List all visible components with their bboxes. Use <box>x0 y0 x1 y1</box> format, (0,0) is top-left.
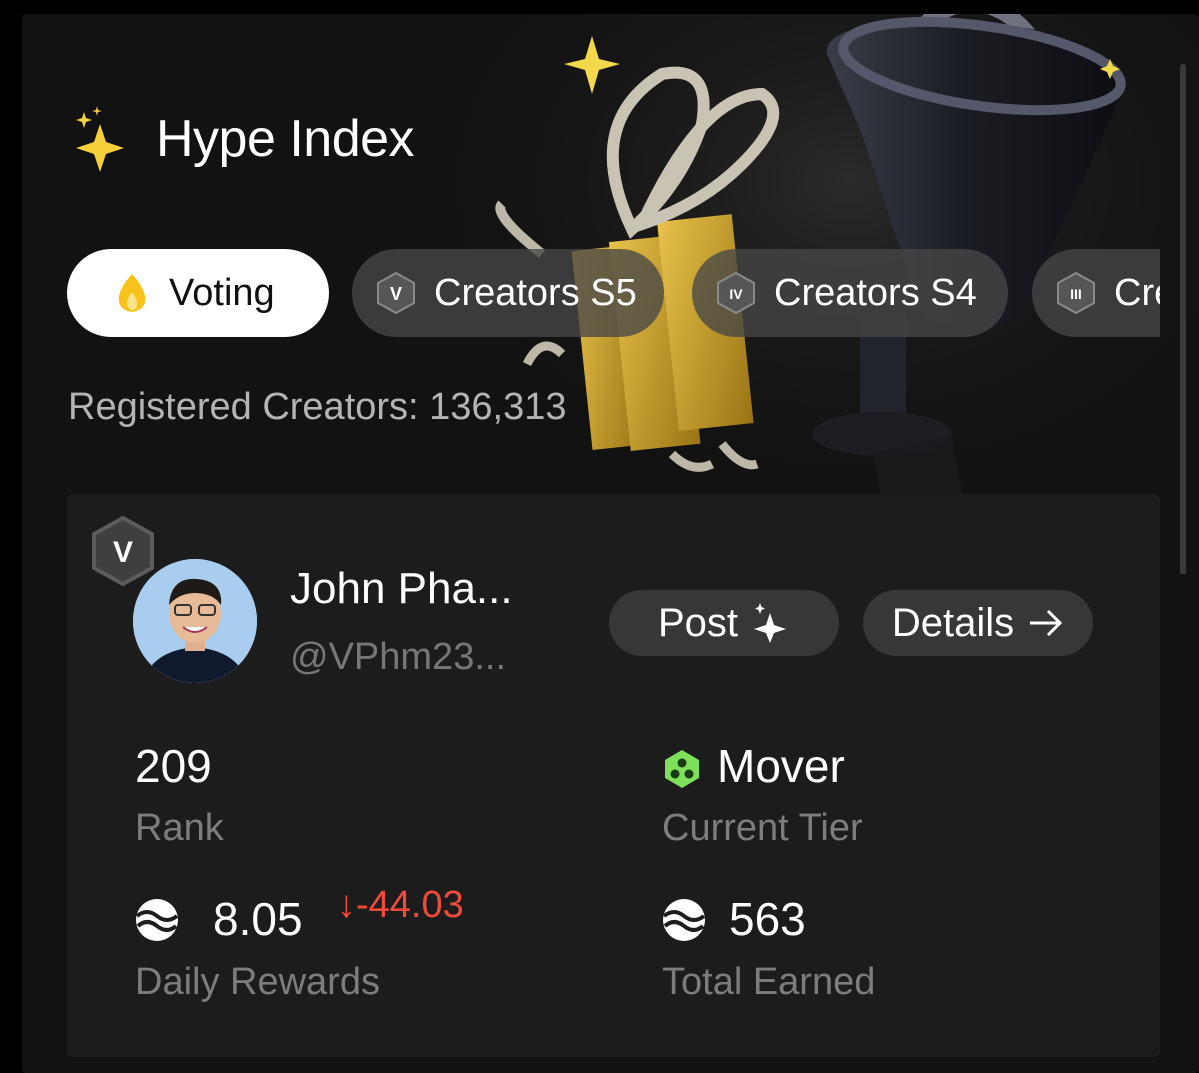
details-button[interactable]: Details <box>863 590 1093 656</box>
daily-rewards-label: Daily Rewards <box>135 961 380 1003</box>
total-earned-value: 563 <box>729 893 806 945</box>
tab-label: Creators S4 <box>774 271 977 314</box>
details-button-label: Details <box>891 600 1015 645</box>
tab-voting[interactable]: Voting <box>67 249 329 337</box>
tab-label: Voting <box>169 271 275 314</box>
post-button-label: Post <box>657 600 739 645</box>
tab-creators-s4[interactable]: IV Creators S4 <box>692 249 1008 337</box>
registered-creators-count: Registered Creators: 136,313 <box>68 386 567 428</box>
rank-label: Rank <box>135 807 224 849</box>
hype-index-panel: Hype Index Voting V Creators S5 IV Creat… <box>22 14 1199 1073</box>
tab-label: Creators S5 <box>434 271 637 314</box>
tier-value: Mover <box>717 740 845 792</box>
svg-text:V: V <box>390 284 402 304</box>
token-icon <box>662 899 706 941</box>
avatar[interactable] <box>133 559 257 683</box>
rank-value: 209 <box>135 740 212 792</box>
flame-icon <box>113 272 151 314</box>
season-iv-badge-icon: IV <box>716 272 756 314</box>
creator-name: John Pha... <box>290 564 513 613</box>
total-earned-label: Total Earned <box>662 961 876 1003</box>
page-header: Hype Index <box>70 106 415 172</box>
svg-text:IV: IV <box>729 286 743 302</box>
season-iii-badge-icon: III <box>1056 272 1096 314</box>
category-tabs: Voting V Creators S5 IV Creators S4 III … <box>67 249 1160 339</box>
daily-rewards-change: ↓-44.03 <box>337 884 464 926</box>
svg-text:III: III <box>1070 286 1082 302</box>
arrow-right-icon <box>1030 609 1063 637</box>
tab-creators-s3[interactable]: III Cre <box>1032 249 1160 337</box>
page-title: Hype Index <box>156 110 415 168</box>
tier-label: Current Tier <box>662 807 863 849</box>
creator-card: V John Pha... @VPhm23... Post Details 20… <box>67 494 1160 1057</box>
token-icon <box>135 899 179 941</box>
svg-text:V: V <box>113 536 133 569</box>
sparkles-icon <box>76 106 124 172</box>
creator-handle: @VPhm23... <box>290 636 506 678</box>
season-v-badge-icon: V <box>92 516 154 586</box>
daily-rewards-value: 8.05 <box>213 893 303 945</box>
tab-creators-s5[interactable]: V Creators S5 <box>352 249 664 337</box>
sparkle-icon <box>754 603 787 643</box>
tier-gem-icon <box>665 750 699 788</box>
tab-label: Cre <box>1114 271 1160 314</box>
season-v-badge-icon: V <box>376 272 416 314</box>
post-button[interactable]: Post <box>609 590 839 656</box>
